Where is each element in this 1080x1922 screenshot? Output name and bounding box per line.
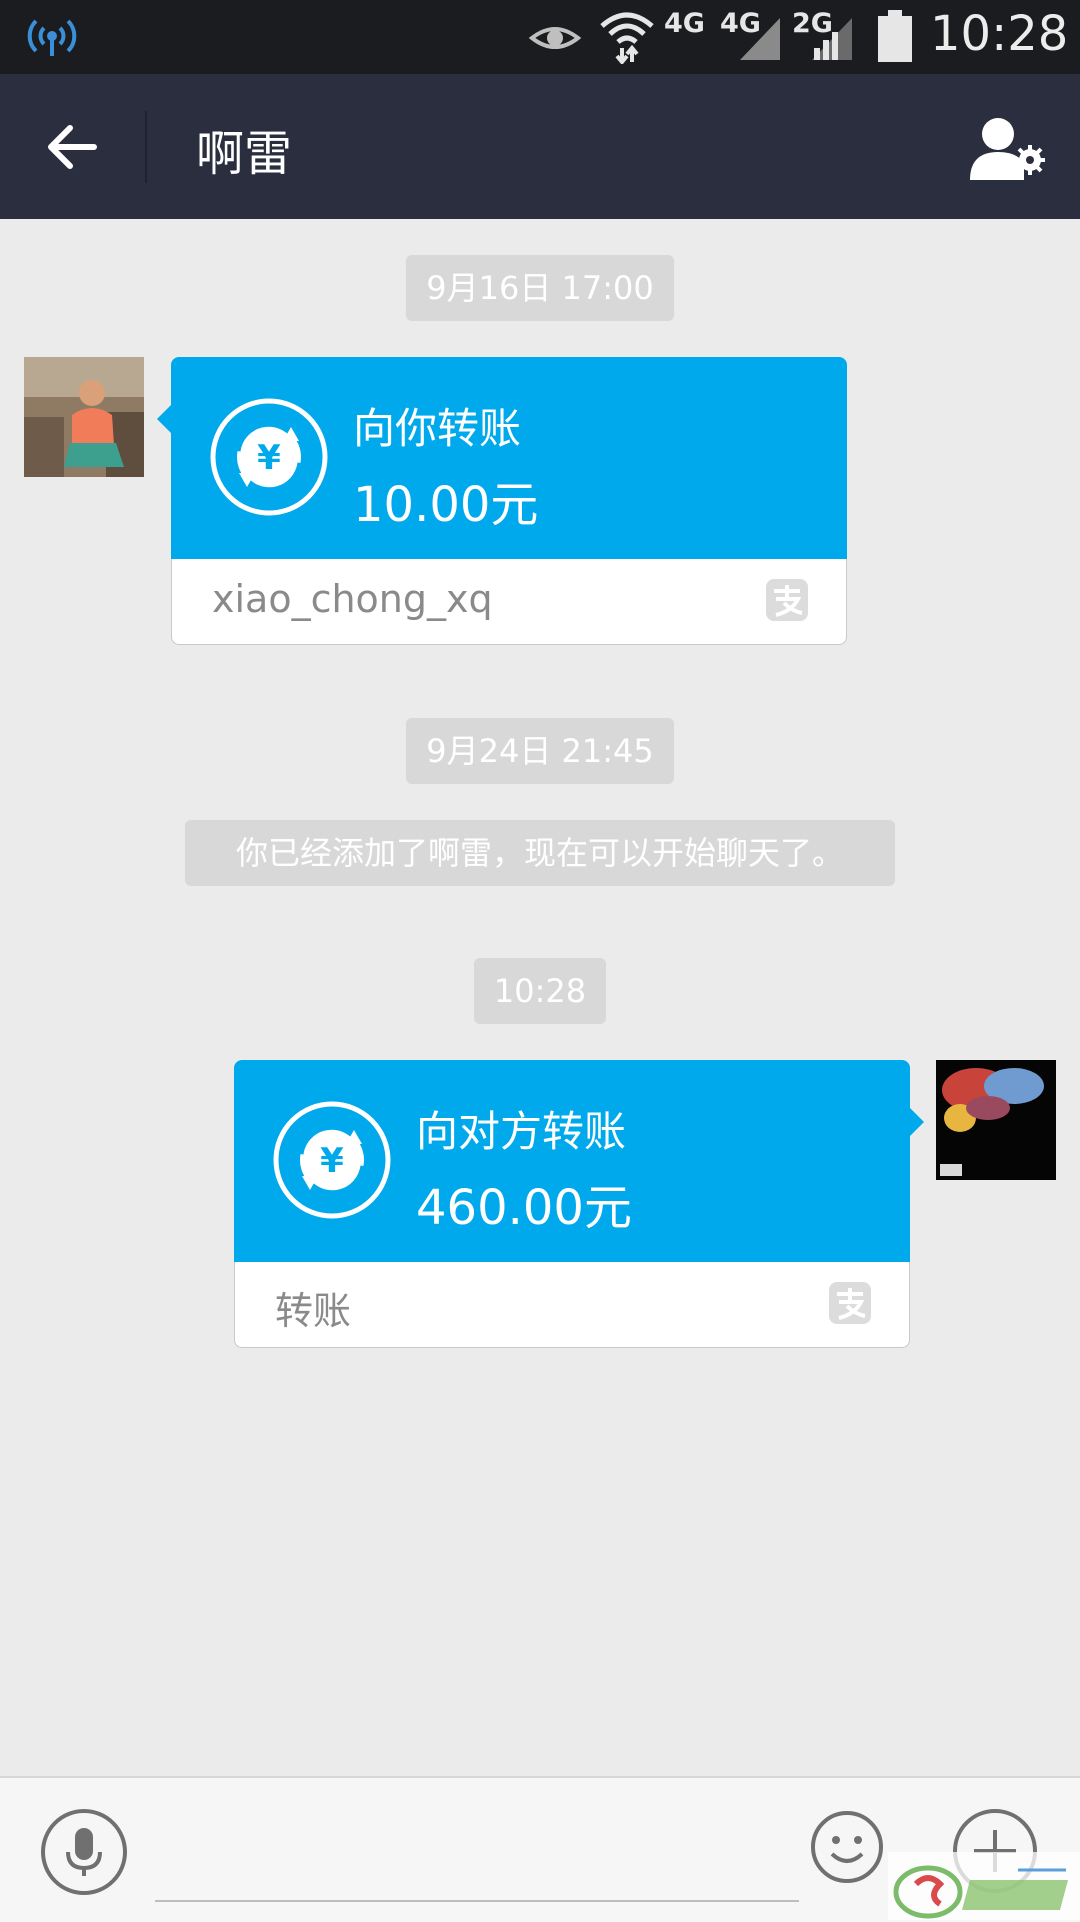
wifi-icon [600, 12, 654, 64]
transfer-yuan-icon: ¥ [273, 1101, 391, 1219]
contact-avatar[interactable] [24, 357, 144, 477]
signal-icon-2 [812, 18, 852, 60]
transfer-subtitle: xiao_chong_xq [212, 577, 493, 621]
battery-icon [878, 10, 912, 62]
alipay-icon [766, 579, 808, 621]
transfer-card-footer: xiao_chong_xq [171, 559, 847, 645]
bubble-tail [910, 1108, 924, 1136]
transfer-title: 向你转账 [353, 404, 522, 453]
back-arrow-icon[interactable] [40, 114, 106, 180]
svg-text:¥: ¥ [320, 1141, 344, 1181]
message-input[interactable] [155, 1798, 799, 1902]
timestamp: 9月24日 21:45 [406, 718, 674, 784]
bubble-tail [157, 405, 171, 433]
clock: 10:28 [930, 6, 1069, 62]
emoji-icon[interactable] [810, 1810, 884, 1884]
transfer-card-incoming[interactable]: ¥ 向你转账 10.00元 xiao_chong_xq [157, 357, 847, 646]
chat-header: 啊雷 [0, 74, 1080, 219]
timestamp: 10:28 [474, 958, 606, 1024]
my-avatar[interactable] [936, 1060, 1056, 1180]
transfer-title: 向对方转账 [416, 1107, 627, 1156]
eye-icon [528, 27, 582, 49]
chat-title: 啊雷 [196, 126, 293, 182]
status-bar: 4G 4G 2G 10:28 [0, 0, 1080, 74]
transfer-subtitle: 转账 [275, 1289, 352, 1333]
watermark-logo [888, 1852, 1080, 1920]
transfer-card-top: ¥ 向你转账 10.00元 [171, 357, 847, 559]
transfer-card-footer: 转账 [234, 1262, 910, 1348]
svg-text:¥: ¥ [257, 438, 281, 478]
transfer-card-top: ¥ 向对方转账 460.00元 [234, 1060, 910, 1262]
system-message: 你已经添加了啊雷，现在可以开始聊天了。 [185, 820, 895, 886]
header-divider [145, 111, 147, 183]
contact-settings-icon[interactable] [968, 114, 1048, 184]
signal-icon [740, 18, 780, 60]
alipay-icon [829, 1282, 871, 1324]
transfer-amount: 460.00元 [416, 1180, 632, 1236]
hotspot-icon [27, 19, 77, 56]
microphone-icon[interactable] [40, 1808, 128, 1896]
network-label-4g: 4G [664, 8, 705, 39]
timestamp: 9月16日 17:00 [406, 255, 674, 321]
transfer-yuan-icon: ¥ [210, 398, 328, 516]
transfer-card-outgoing[interactable]: ¥ 向对方转账 460.00元 转账 [234, 1060, 924, 1349]
transfer-amount: 10.00元 [353, 477, 539, 533]
